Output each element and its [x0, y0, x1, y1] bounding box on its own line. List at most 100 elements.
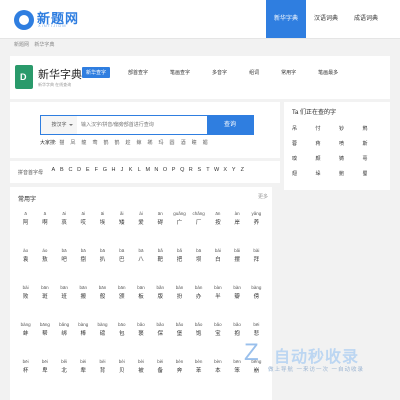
char-cell[interactable]: bā 巴 — [112, 246, 131, 269]
char-cell[interactable]: ān 按 — [208, 209, 227, 232]
recent-char[interactable]: 喷 — [339, 139, 363, 150]
char-cell[interactable]: ān 碍 — [151, 209, 170, 232]
char-cell[interactable]: bā 扒 — [93, 246, 112, 269]
letter-h[interactable]: H — [109, 167, 118, 173]
char-cell[interactable]: áo 敖 — [35, 246, 54, 269]
letter-n[interactable]: N — [152, 167, 161, 173]
char-cell[interactable]: bǎ 靶 — [151, 246, 170, 269]
char-cell[interactable]: ǎi 矮 — [112, 209, 131, 232]
char-cell[interactable]: bǎn 版 — [151, 283, 170, 306]
letter-o[interactable]: O — [161, 167, 170, 173]
char-cell[interactable]: àn 岸 — [228, 209, 247, 232]
letter-t[interactable]: T — [204, 167, 213, 173]
char-cell[interactable]: bǎo 堡 — [170, 320, 189, 343]
hot-word[interactable]: 鹕 — [148, 139, 153, 146]
nav-xinhua-dict[interactable]: 新华字典 — [265, 0, 306, 38]
char-cell[interactable]: bā 坝 — [189, 246, 208, 269]
hot-word[interactable]: 鹤 — [103, 139, 108, 146]
char-cell[interactable]: bàn 扮 — [170, 283, 189, 306]
letter-r[interactable]: R — [187, 167, 196, 173]
hot-word[interactable]: 媚 — [203, 139, 208, 146]
char-cell[interactable]: bái 白 — [208, 246, 227, 269]
char-cell[interactable]: bāo 包 — [112, 320, 131, 343]
char-cell[interactable]: ā阿 — [16, 209, 35, 232]
char-cell[interactable]: ā啊 — [35, 209, 54, 232]
char-cell[interactable]: bāng 帮 — [35, 320, 54, 343]
letter-e[interactable]: E — [83, 167, 92, 173]
hot-word[interactable]: 鲸 — [137, 139, 142, 146]
char-cell[interactable]: bān 班 — [54, 283, 73, 306]
char-cell[interactable]: bèi 辈 — [74, 357, 93, 380]
tab-stroke-search[interactable]: 笔画查字 — [166, 67, 194, 78]
char-cell[interactable]: bǎng 绑 — [54, 320, 73, 343]
char-cell[interactable]: bèn 本 — [208, 357, 227, 380]
tab-common-chars[interactable]: 常用字 — [277, 67, 300, 78]
hot-word[interactable]: 鹤 — [114, 139, 119, 146]
letter-d[interactable]: D — [75, 167, 84, 173]
char-cell[interactable]: bǎi 摆 — [228, 246, 247, 269]
tab-polyphonic[interactable]: 多音字 — [208, 67, 231, 78]
tab-word-formation[interactable]: 组词 — [245, 67, 263, 78]
char-cell[interactable]: bān 搬 — [74, 283, 93, 306]
letter-l[interactable]: L — [135, 167, 144, 173]
char-cell[interactable]: bàng 傍 — [247, 283, 266, 306]
char-cell[interactable]: bàng 蚌 — [16, 320, 35, 343]
nav-idiom-dict[interactable]: 成语词典 — [346, 0, 386, 38]
char-cell[interactable]: bèn 奔 — [170, 357, 189, 380]
char-cell[interactable]: bān 般 — [93, 283, 112, 306]
hot-word[interactable]: 龍 — [81, 139, 86, 146]
hot-word[interactable]: 瞳 — [192, 139, 197, 146]
recent-char[interactable]: 翅 — [292, 169, 316, 180]
recent-char[interactable]: 吊 — [292, 124, 316, 135]
char-cell[interactable]: bàn 半 — [208, 283, 227, 306]
nav-chinese-dict[interactable]: 汉语词典 — [306, 0, 346, 38]
recent-char[interactable]: 钞 — [339, 124, 363, 135]
hot-word[interactable]: 趁 — [125, 139, 130, 146]
breadcrumb-current[interactable]: 新华字典 — [34, 42, 54, 48]
char-cell[interactable]: bā 捌 — [74, 246, 93, 269]
char-cell[interactable]: bān 板 — [131, 283, 150, 306]
breadcrumb-home[interactable]: 新题网 — [14, 42, 29, 48]
letter-x[interactable]: X — [221, 167, 230, 173]
letter-f[interactable]: F — [92, 167, 101, 173]
char-cell[interactable]: bǎo 褒 — [131, 320, 150, 343]
char-cell[interactable]: bàng 磅 — [93, 320, 112, 343]
recent-char[interactable]: 鹪 — [363, 124, 387, 135]
tab-xinhua-search[interactable]: 新华查字 — [82, 67, 111, 78]
tab-radical-search[interactable]: 部首查字 — [124, 67, 152, 78]
hot-word[interactable]: 凤 — [70, 139, 75, 146]
char-cell[interactable]: āi 哎 — [74, 209, 93, 232]
char-cell[interactable]: bèi 被 — [131, 357, 150, 380]
hot-word[interactable]: 猫 — [59, 139, 64, 146]
char-cell[interactable]: bēi 杯 — [16, 357, 35, 380]
char-cell[interactable]: bàn 办 — [189, 283, 208, 306]
hot-word[interactable]: 圆 — [170, 139, 175, 146]
recent-char[interactable]: 鲍 — [339, 169, 363, 180]
char-cell[interactable]: ài 爱 — [131, 209, 150, 232]
letter-b[interactable]: B — [58, 167, 67, 173]
char-cell[interactable]: bèi 背 — [93, 357, 112, 380]
char-cell[interactable]: āi 埃 — [93, 209, 112, 232]
char-cell[interactable]: bèi 备 — [151, 357, 170, 380]
char-cell[interactable]: yǎng 养 — [247, 209, 266, 232]
recent-char[interactable]: 蓉 — [292, 139, 316, 150]
recent-char[interactable]: 蜀 — [363, 169, 387, 180]
hot-word[interactable]: 莺 — [92, 139, 97, 146]
char-cell[interactable]: bèi 贝 — [112, 357, 131, 380]
char-cell[interactable]: bā 八 — [131, 246, 150, 269]
char-cell[interactable]: běi 北 — [54, 357, 73, 380]
letter-k[interactable]: K — [126, 167, 135, 173]
letter-c[interactable]: C — [66, 167, 75, 173]
char-cell[interactable]: bàn 瓣 — [228, 283, 247, 306]
char-cell[interactable]: chǎng 厂 — [189, 209, 208, 232]
char-cell[interactable]: bèn 苯 — [189, 357, 208, 380]
hot-word[interactable]: 酒 — [181, 139, 186, 146]
recent-char[interactable]: 蒋 — [316, 139, 340, 150]
letter-y[interactable]: Y — [229, 167, 238, 173]
char-cell[interactable]: bǎo 宝 — [208, 320, 227, 343]
recent-char[interactable]: 斯 — [363, 139, 387, 150]
char-cell[interactable]: guǎng 广 — [170, 209, 189, 232]
more-link[interactable]: 更多 — [258, 193, 268, 200]
char-cell[interactable]: bǎ 把 — [170, 246, 189, 269]
recent-char[interactable]: 铸 — [339, 154, 363, 165]
